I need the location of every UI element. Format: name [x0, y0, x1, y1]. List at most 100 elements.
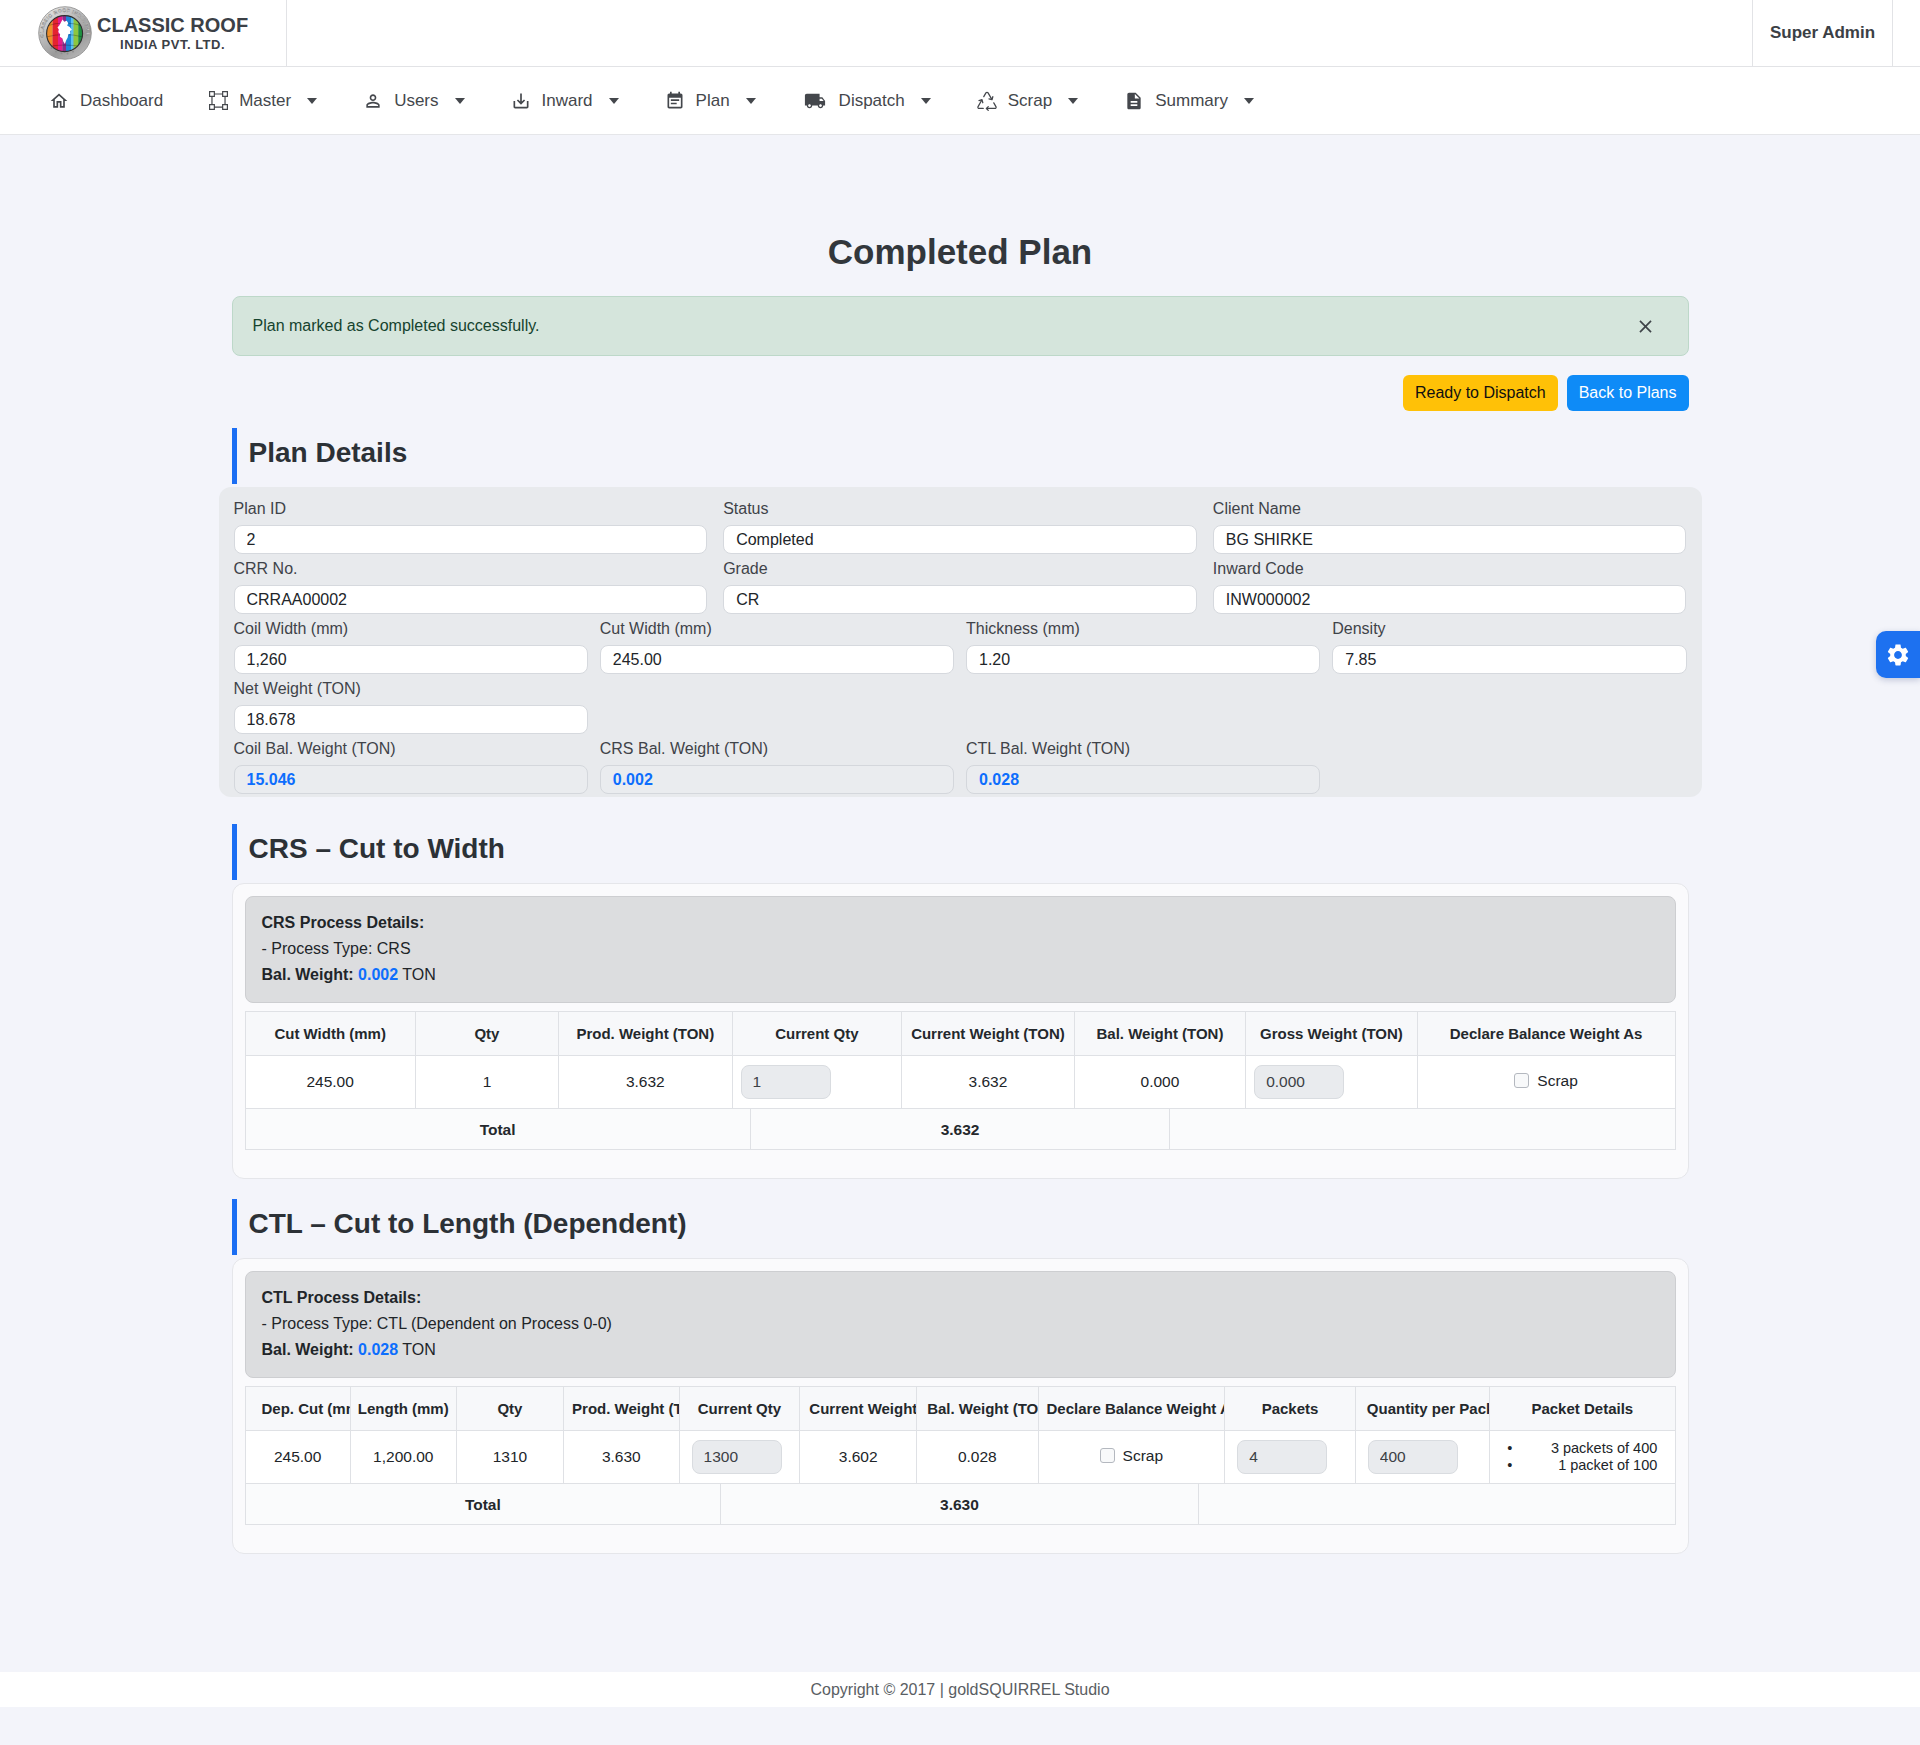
nav-item-scrap[interactable]: Scrap — [977, 91, 1078, 111]
qty-cell: 1 — [415, 1056, 558, 1109]
qty-per-packet-input[interactable] — [1368, 1440, 1458, 1474]
packets-input[interactable] — [1237, 1440, 1327, 1474]
plan-id-input[interactable] — [234, 525, 708, 554]
close-icon — [1637, 318, 1654, 335]
scrap-label: Scrap — [1537, 1072, 1578, 1090]
column-header: Packet Details — [1490, 1387, 1675, 1431]
copyright-text: Copyright © 2017 | goldSQUIRREL Studio — [810, 1681, 1109, 1699]
field-label: Density — [1332, 619, 1686, 639]
thickness-input[interactable] — [966, 645, 1320, 674]
grade-input[interactable] — [723, 585, 1197, 614]
chevron-down-icon — [921, 98, 931, 104]
field-label: CRR No. — [234, 559, 708, 579]
ctl-bal-weight-input — [966, 765, 1320, 794]
current-qty-input[interactable] — [741, 1065, 831, 1099]
declare-balance-cell: Scrap — [1038, 1431, 1225, 1484]
field-coil-width: Coil Width (mm) — [234, 619, 588, 674]
column-header: Gross Weight (TON) — [1246, 1012, 1417, 1056]
nav-label: Scrap — [1008, 91, 1052, 111]
field-thickness: Thickness (mm) — [966, 619, 1320, 674]
inward-code-input[interactable] — [1213, 585, 1687, 614]
column-header: Dep. Cut (mm) — [245, 1387, 350, 1431]
alert-close-button[interactable] — [1637, 318, 1654, 335]
prod-weight-cell: 3.632 — [559, 1056, 732, 1109]
column-header: Qty — [415, 1012, 558, 1056]
crr-no-input[interactable] — [234, 585, 708, 614]
bounding-box-icon — [209, 91, 228, 110]
column-header: Prod. Weight (TON) — [564, 1387, 680, 1431]
nav-item-dispatch[interactable]: Dispatch — [802, 90, 931, 112]
packets-cell — [1225, 1431, 1356, 1484]
scrap-checkbox[interactable] — [1514, 1073, 1529, 1088]
ctl-section-heading: CTL – Cut to Length (Dependent) — [232, 1199, 1689, 1255]
bullet-icon: • — [1507, 1457, 1521, 1474]
coil-width-input[interactable] — [234, 645, 588, 674]
company-logo-icon: CLASSIC ROOF INDIA PVT. LTD. — [38, 6, 92, 60]
net-weight-input[interactable] — [234, 705, 588, 734]
scrap-checkbox[interactable] — [1100, 1448, 1115, 1463]
client-name-input[interactable] — [1213, 525, 1687, 554]
total-value: 3.630 — [720, 1484, 1197, 1524]
download-tray-icon — [511, 91, 531, 111]
top-bar: CLASSIC ROOF INDIA PVT. LTD. CLASSIC ROO… — [0, 0, 1920, 67]
nav-item-plan[interactable]: Plan — [665, 91, 756, 111]
nav-label: Plan — [696, 91, 730, 111]
density-input[interactable] — [1332, 645, 1686, 674]
field-client-name: Client Name — [1213, 499, 1687, 554]
field-label: Coil Width (mm) — [234, 619, 588, 639]
qty-cell: 1310 — [456, 1431, 563, 1484]
column-header: Bal. Weight (TON) — [1074, 1012, 1245, 1056]
bullet-icon: • — [1507, 1440, 1521, 1457]
page-footer: Copyright © 2017 | goldSQUIRREL Studio — [0, 1672, 1920, 1707]
cut-width-input[interactable] — [600, 645, 954, 674]
nav-item-users[interactable]: Users — [363, 91, 464, 111]
field-status: Status — [723, 499, 1197, 554]
dep-cut-cell: 245.00 — [245, 1431, 350, 1484]
process-title: CRS Process Details: — [262, 910, 1659, 936]
plan-details-heading: Plan Details — [232, 428, 1689, 484]
gross-weight-cell — [1246, 1056, 1417, 1109]
user-menu[interactable]: Super Admin — [1752, 0, 1893, 66]
nav-item-summary[interactable]: Summary — [1124, 91, 1254, 111]
footer-empty-cell — [1198, 1484, 1675, 1524]
nav-label: Summary — [1155, 91, 1228, 111]
field-label: Net Weight (TON) — [234, 679, 588, 699]
settings-button[interactable] — [1876, 631, 1920, 678]
current-qty-input[interactable] — [692, 1440, 782, 1474]
current-weight-cell: 3.632 — [902, 1056, 1075, 1109]
packet-details-cell: •3 packets of 400 •1 packet of 100 — [1490, 1431, 1675, 1484]
column-header: Declare Balance Weight As — [1038, 1387, 1225, 1431]
field-label: Grade — [723, 559, 1197, 579]
ctl-table: Dep. Cut (mm) Length (mm) Qty Prod. Weig… — [245, 1386, 1676, 1484]
brand-logo-block[interactable]: CLASSIC ROOF INDIA PVT. LTD. CLASSIC ROO… — [0, 0, 287, 66]
nav-item-inward[interactable]: Inward — [511, 91, 619, 111]
gross-weight-input[interactable] — [1254, 1065, 1344, 1099]
table-row: 245.00 1 3.632 3.632 0.000 — [245, 1056, 1675, 1109]
total-value: 3.632 — [750, 1109, 1170, 1149]
nav-item-master[interactable]: Master — [209, 91, 317, 111]
back-to-plans-button[interactable]: Back to Plans — [1567, 375, 1689, 411]
field-label: CRS Bal. Weight (TON) — [600, 739, 954, 759]
field-net-weight: Net Weight (TON) — [234, 679, 588, 734]
column-header: Prod. Weight (TON) — [559, 1012, 732, 1056]
packet-detail-text: 3 packets of 400 — [1521, 1440, 1657, 1457]
field-crs-bal-weight: CRS Bal. Weight (TON) — [600, 739, 954, 794]
field-label: Inward Code — [1213, 559, 1687, 579]
plan-details-panel: Plan ID Status Client Name CRR No. — [219, 487, 1702, 797]
home-icon — [49, 91, 69, 111]
nav-item-dashboard[interactable]: Dashboard — [49, 91, 163, 111]
field-coil-bal-weight: Coil Bal. Weight (TON) — [234, 739, 588, 794]
nav-label: Inward — [542, 91, 593, 111]
recycle-icon — [977, 91, 997, 111]
field-ctl-bal-weight: CTL Bal. Weight (TON) — [966, 739, 1320, 794]
column-header: Quantity per Packet — [1355, 1387, 1489, 1431]
user-name: Super Admin — [1770, 23, 1875, 43]
status-input[interactable] — [723, 525, 1197, 554]
ready-to-dispatch-button[interactable]: Ready to Dispatch — [1403, 375, 1558, 411]
length-cell: 1,200.00 — [350, 1431, 456, 1484]
field-inward-code: Inward Code — [1213, 559, 1687, 614]
document-icon — [1124, 91, 1144, 111]
field-label: Thickness (mm) — [966, 619, 1320, 639]
nav-label: Users — [394, 91, 438, 111]
crs-section-heading: CRS – Cut to Width — [232, 824, 1689, 880]
